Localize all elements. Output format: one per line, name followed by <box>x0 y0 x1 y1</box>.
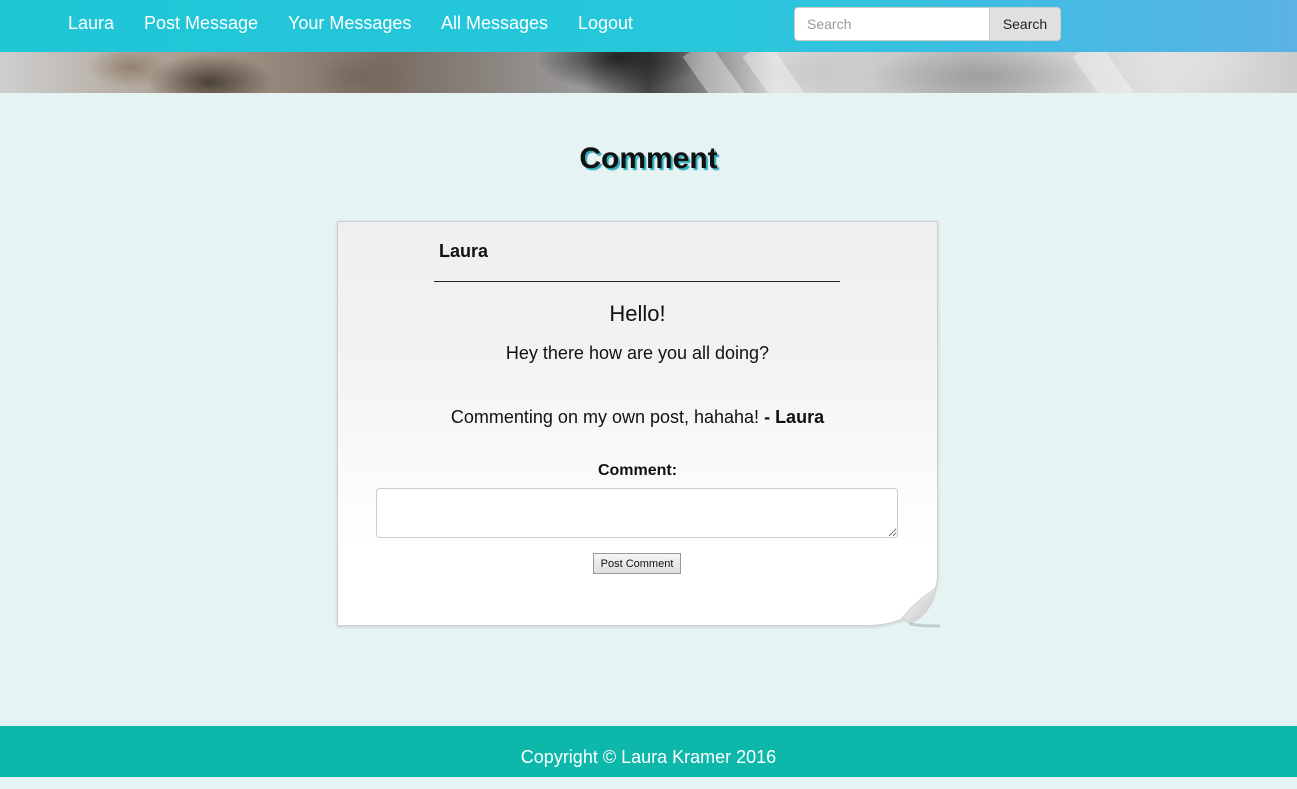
search-button[interactable]: Search <box>989 7 1061 41</box>
message-title: Hello! <box>609 301 666 326</box>
comment-author-separator: - <box>759 407 776 427</box>
copyright-text: Copyright © Laura Kramer 2016 <box>520 747 777 767</box>
footer: Copyright © Laura Kramer 2016 <box>0 726 1297 777</box>
header-banner-image <box>0 52 1297 93</box>
page-title: Comment <box>579 142 718 175</box>
nav-link-profile[interactable]: Laura <box>68 13 114 34</box>
comment-textarea[interactable] <box>376 488 898 538</box>
message-author: Laura <box>439 241 489 261</box>
banner-highlight <box>682 52 748 93</box>
banner-highlight <box>742 52 808 93</box>
nav-link-your-messages[interactable]: Your Messages <box>288 13 411 34</box>
comment-field-label: Comment: <box>597 462 678 479</box>
banner-highlight <box>1072 52 1138 93</box>
top-navbar: Laura Post Message Your Messages All Mes… <box>0 0 1297 52</box>
comment-text: Commenting on my own post, hahaha! <box>450 407 760 427</box>
search-input[interactable] <box>794 7 990 41</box>
comment-item: Commenting on my own post, hahaha! - Lau… <box>337 407 938 428</box>
nav-link-post-message[interactable]: Post Message <box>144 13 258 34</box>
post-comment-button[interactable]: Post Comment <box>593 553 681 574</box>
nav-link-logout[interactable]: Logout <box>578 13 633 34</box>
comment-author: Laura <box>775 407 825 427</box>
nav-link-all-messages[interactable]: All Messages <box>441 13 548 34</box>
divider <box>434 281 840 282</box>
message-body: Hey there how are you all doing? <box>505 343 770 363</box>
